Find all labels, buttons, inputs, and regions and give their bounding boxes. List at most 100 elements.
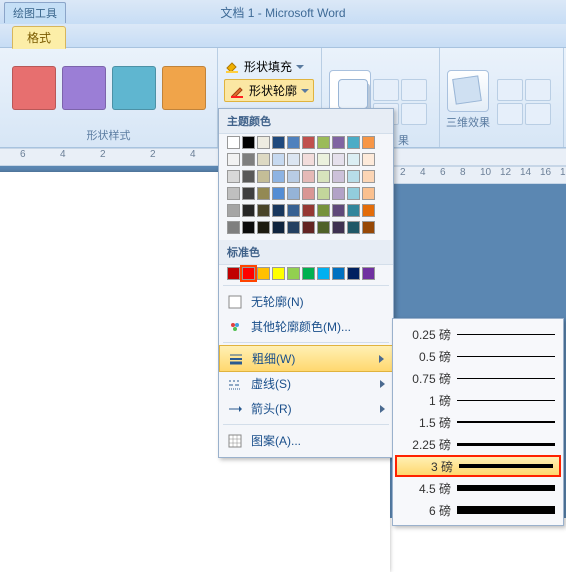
shape-style-swatch[interactable]: [62, 66, 106, 110]
color-swatch[interactable]: [302, 267, 315, 280]
color-swatch[interactable]: [227, 221, 240, 234]
color-swatch[interactable]: [362, 221, 375, 234]
shape-fill-button[interactable]: 形状填充: [224, 58, 314, 75]
shape-style-gallery[interactable]: [12, 52, 206, 110]
weight-option[interactable]: 3 磅: [395, 455, 561, 477]
color-swatch[interactable]: [362, 204, 375, 217]
color-swatch[interactable]: [242, 267, 255, 280]
color-swatch[interactable]: [227, 187, 240, 200]
color-swatch[interactable]: [257, 204, 270, 217]
color-swatch[interactable]: [347, 153, 360, 166]
weight-option[interactable]: 1.5 磅: [395, 411, 561, 433]
3d-effects-button[interactable]: [447, 70, 489, 112]
dashes-item[interactable]: 虚线(S): [219, 371, 393, 396]
color-swatch[interactable]: [362, 153, 375, 166]
color-swatch[interactable]: [272, 170, 285, 183]
tab-format[interactable]: 格式: [12, 26, 66, 49]
color-swatch[interactable]: [227, 204, 240, 217]
weight-option[interactable]: 0.25 磅: [395, 323, 561, 345]
color-swatch[interactable]: [332, 204, 345, 217]
color-swatch[interactable]: [317, 153, 330, 166]
color-swatch[interactable]: [317, 267, 330, 280]
color-swatch[interactable]: [332, 170, 345, 183]
shape-style-swatch[interactable]: [162, 66, 206, 110]
color-swatch[interactable]: [317, 221, 330, 234]
color-swatch[interactable]: [302, 204, 315, 217]
color-swatch[interactable]: [362, 267, 375, 280]
shadow-nudge-up[interactable]: [373, 79, 399, 101]
color-swatch[interactable]: [242, 187, 255, 200]
color-swatch[interactable]: [272, 204, 285, 217]
color-swatch[interactable]: [287, 267, 300, 280]
shadow-nudge-down[interactable]: [401, 103, 427, 125]
color-swatch[interactable]: [287, 153, 300, 166]
color-swatch[interactable]: [272, 187, 285, 200]
color-swatch[interactable]: [272, 136, 285, 149]
no-outline-item[interactable]: 无轮廓(N): [219, 289, 393, 314]
color-swatch[interactable]: [332, 136, 345, 149]
color-swatch[interactable]: [227, 267, 240, 280]
weight-option[interactable]: 0.75 磅: [395, 367, 561, 389]
color-swatch[interactable]: [287, 187, 300, 200]
color-swatch[interactable]: [227, 136, 240, 149]
color-swatch[interactable]: [287, 136, 300, 149]
3d-tilt-up[interactable]: [497, 79, 523, 101]
pattern-item[interactable]: 图案(A)...: [219, 428, 393, 453]
color-swatch[interactable]: [317, 170, 330, 183]
shadow-effects-button[interactable]: [329, 70, 371, 112]
color-swatch[interactable]: [347, 170, 360, 183]
color-swatch[interactable]: [272, 221, 285, 234]
color-swatch[interactable]: [227, 153, 240, 166]
color-swatch[interactable]: [362, 187, 375, 200]
color-swatch[interactable]: [347, 204, 360, 217]
color-swatch[interactable]: [287, 221, 300, 234]
color-swatch[interactable]: [302, 221, 315, 234]
3d-tilt-left[interactable]: [525, 79, 551, 101]
color-swatch[interactable]: [242, 136, 255, 149]
color-swatch[interactable]: [302, 153, 315, 166]
weight-option[interactable]: 0.5 磅: [395, 345, 561, 367]
color-swatch[interactable]: [332, 267, 345, 280]
color-swatch[interactable]: [272, 153, 285, 166]
color-swatch[interactable]: [347, 136, 360, 149]
color-swatch[interactable]: [257, 187, 270, 200]
color-swatch[interactable]: [347, 187, 360, 200]
color-swatch[interactable]: [242, 221, 255, 234]
color-swatch[interactable]: [302, 170, 315, 183]
color-swatch[interactable]: [302, 187, 315, 200]
shape-outline-button[interactable]: 形状轮廓: [224, 79, 314, 102]
color-swatch[interactable]: [332, 221, 345, 234]
shape-style-swatch[interactable]: [112, 66, 156, 110]
color-swatch[interactable]: [242, 204, 255, 217]
color-swatch[interactable]: [227, 170, 240, 183]
color-swatch[interactable]: [362, 136, 375, 149]
color-swatch[interactable]: [257, 221, 270, 234]
3d-tilt-right[interactable]: [497, 103, 523, 125]
color-swatch[interactable]: [287, 170, 300, 183]
color-swatch[interactable]: [242, 153, 255, 166]
color-swatch[interactable]: [287, 204, 300, 217]
arrows-item[interactable]: 箭头(R): [219, 396, 393, 421]
color-swatch[interactable]: [242, 170, 255, 183]
color-swatch[interactable]: [317, 187, 330, 200]
weight-option[interactable]: 4.5 磅: [395, 477, 561, 499]
color-swatch[interactable]: [257, 170, 270, 183]
shape-style-swatch[interactable]: [12, 66, 56, 110]
color-swatch[interactable]: [272, 267, 285, 280]
color-swatch[interactable]: [362, 170, 375, 183]
more-colors-item[interactable]: 其他轮廓颜色(M)...: [219, 314, 393, 339]
color-swatch[interactable]: [317, 204, 330, 217]
color-swatch[interactable]: [257, 153, 270, 166]
shadow-nudge-left[interactable]: [401, 79, 427, 101]
color-swatch[interactable]: [317, 136, 330, 149]
color-swatch[interactable]: [332, 187, 345, 200]
color-swatch[interactable]: [302, 136, 315, 149]
color-swatch[interactable]: [347, 267, 360, 280]
color-swatch[interactable]: [257, 136, 270, 149]
color-swatch[interactable]: [347, 221, 360, 234]
color-swatch[interactable]: [332, 153, 345, 166]
3d-tilt-down[interactable]: [525, 103, 551, 125]
weight-option[interactable]: 2.25 磅: [395, 433, 561, 455]
weight-option[interactable]: 1 磅: [395, 389, 561, 411]
color-swatch[interactable]: [257, 267, 270, 280]
